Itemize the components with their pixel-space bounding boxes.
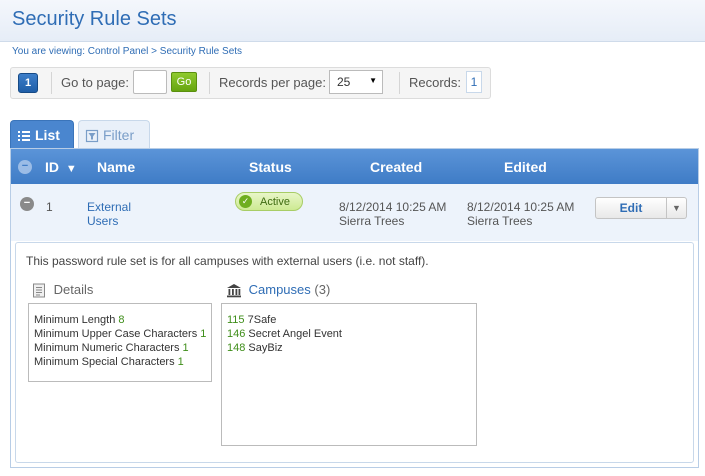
edit-menu-chevron-icon[interactable]: ▼ xyxy=(667,197,687,219)
tab-filter[interactable]: Filter xyxy=(78,120,150,149)
tab-list-label: List xyxy=(35,127,60,143)
column-header-created[interactable]: Created xyxy=(370,159,422,175)
list-item: 148 SayBiz xyxy=(227,342,283,354)
caret-down-icon: ▼ xyxy=(369,76,377,85)
column-header-edited[interactable]: Edited xyxy=(504,159,547,175)
table-row: − 1 External Users ✓ Active 8/12/2014 10… xyxy=(11,184,698,241)
tab-filter-label: Filter xyxy=(103,127,135,143)
pager-toolbar: 1 Go to page: Go Records per page: 25 ▼ … xyxy=(10,67,491,99)
goto-page-label: Go to page: xyxy=(61,75,129,90)
filter-icon xyxy=(85,127,99,143)
divider xyxy=(51,72,52,94)
document-icon xyxy=(32,282,50,298)
status-badge: ✓ Active xyxy=(235,192,303,211)
detail-item: Minimum Length 8 xyxy=(34,314,125,326)
row-id: 1 xyxy=(46,200,53,214)
detail-item: Minimum Numeric Characters 1 xyxy=(34,342,189,354)
sort-desc-icon: ▼ xyxy=(65,163,77,175)
page-number-button[interactable]: 1 xyxy=(18,73,38,93)
details-box: Minimum Length 8 Minimum Upper Case Char… xyxy=(28,303,212,382)
page-title: Security Rule Sets xyxy=(12,8,177,30)
records-per-page-value: 25 xyxy=(337,75,351,89)
title-bar: Security Rule Sets xyxy=(0,0,705,42)
institution-icon xyxy=(226,282,246,298)
records-count: 1 xyxy=(466,71,482,93)
column-header-status[interactable]: Status xyxy=(249,159,292,175)
collapse-row-icon[interactable]: − xyxy=(20,197,34,211)
detail-panel: This password rule set is for all campus… xyxy=(15,242,694,463)
breadcrumb: You are viewing: Control Panel > Securit… xyxy=(12,46,243,57)
records-label: Records: xyxy=(409,75,462,90)
column-header-id[interactable]: ID ▼ xyxy=(45,159,77,175)
campuses-section-title: Campuses (3) xyxy=(226,282,330,298)
list-icon xyxy=(17,127,31,143)
rule-sets-grid: − ID ▼ Name Status Created Edited − 1 Ex… xyxy=(10,148,699,468)
details-section-title: Details xyxy=(32,282,93,298)
list-item: 146 Secret Angel Event xyxy=(227,328,342,340)
check-icon: ✓ xyxy=(239,195,252,208)
records-per-page-select[interactable]: 25 ▼ xyxy=(329,70,383,94)
grid-header: − ID ▼ Name Status Created Edited xyxy=(11,149,698,184)
goto-page-input[interactable] xyxy=(133,70,167,94)
detail-item: Minimum Special Characters 1 xyxy=(34,356,184,368)
edit-button[interactable]: Edit xyxy=(595,197,667,219)
detail-item: Minimum Upper Case Characters 1 xyxy=(34,328,207,340)
tab-list[interactable]: List xyxy=(10,120,74,149)
collapse-all-icon[interactable]: − xyxy=(18,160,32,174)
column-header-name[interactable]: Name xyxy=(97,159,135,175)
records-per-page-label: Records per page: xyxy=(219,75,326,90)
campuses-box: 115 7Safe 146 Secret Angel Event 148 Say… xyxy=(221,303,477,446)
row-created: 8/12/2014 10:25 AM Sierra Trees xyxy=(339,200,447,228)
campuses-link[interactable]: Campuses xyxy=(249,282,311,297)
list-item: 115 7Safe xyxy=(227,314,277,326)
divider xyxy=(399,72,400,94)
row-edited: 8/12/2014 10:25 AM Sierra Trees xyxy=(467,200,575,228)
rule-set-description: This password rule set is for all campus… xyxy=(26,254,429,268)
divider xyxy=(209,72,210,94)
campuses-count: (3) xyxy=(314,282,331,297)
row-name-link[interactable]: External Users xyxy=(87,200,131,228)
go-button[interactable]: Go xyxy=(171,72,197,92)
